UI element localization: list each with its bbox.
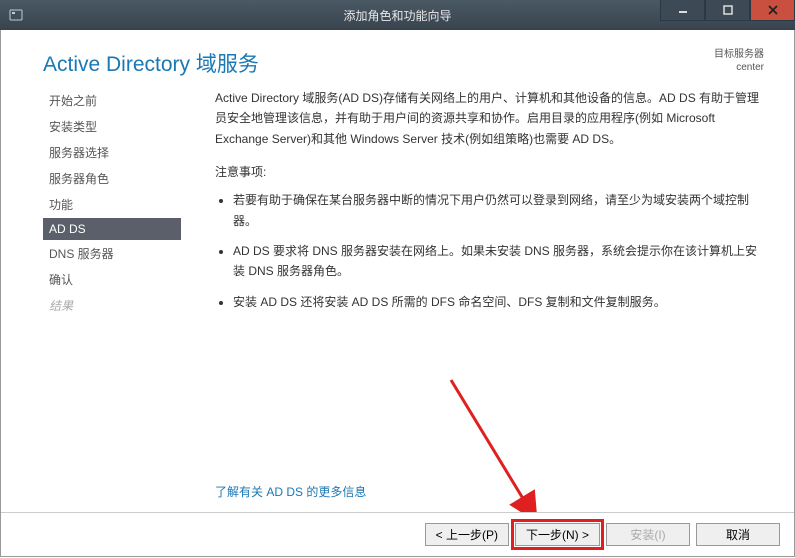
titlebar: 添加角色和功能向导 <box>0 0 795 30</box>
sidebar-item-ad-ds[interactable]: AD DS <box>43 218 181 240</box>
button-bar: < 上一步(P) 下一步(N) > 安装(I) 取消 <box>1 512 794 556</box>
wizard-sidebar: 开始之前 安装类型 服务器选择 服务器角色 功能 AD DS DNS 服务器 确… <box>43 88 181 488</box>
note-item: AD DS 要求将 DNS 服务器安装在网络上。如果未安装 DNS 服务器，系统… <box>233 241 764 282</box>
main-panel: Active Directory 域服务(AD DS)存储有关网络上的用户、计算… <box>181 88 794 488</box>
sidebar-item-results: 结果 <box>43 293 181 318</box>
sidebar-item-confirmation[interactable]: 确认 <box>43 267 181 292</box>
minimize-button[interactable] <box>660 0 705 21</box>
close-button[interactable] <box>750 0 795 21</box>
sidebar-item-server-selection[interactable]: 服务器选择 <box>43 140 181 165</box>
app-icon <box>8 7 24 23</box>
header-section: Active Directory 域服务 目标服务器 center <box>1 30 794 88</box>
note-item: 若要有助于确保在某台服务器中断的情况下用户仍然可以登录到网络，请至少为域安装两个… <box>233 190 764 231</box>
sidebar-item-features[interactable]: 功能 <box>43 192 181 217</box>
target-server-info: 目标服务器 center <box>714 48 764 74</box>
description-text: Active Directory 域服务(AD DS)存储有关网络上的用户、计算… <box>215 88 764 149</box>
target-server-name: center <box>714 61 764 74</box>
previous-button[interactable]: < 上一步(P) <box>425 523 509 546</box>
window-title: 添加角色和功能向导 <box>343 7 451 24</box>
next-button[interactable]: 下一步(N) > <box>515 523 600 546</box>
learn-more-link[interactable]: 了解有关 AD DS 的更多信息 <box>215 483 366 500</box>
sidebar-item-install-type[interactable]: 安装类型 <box>43 114 181 139</box>
sidebar-item-server-roles[interactable]: 服务器角色 <box>43 166 181 191</box>
notes-label: 注意事项: <box>215 163 764 180</box>
notes-list: 若要有助于确保在某台服务器中断的情况下用户仍然可以登录到网络，请至少为域安装两个… <box>215 190 764 312</box>
target-server-label: 目标服务器 <box>714 48 764 61</box>
body-section: 开始之前 安装类型 服务器选择 服务器角色 功能 AD DS DNS 服务器 确… <box>1 88 794 488</box>
note-item: 安装 AD DS 还将安装 AD DS 所需的 DFS 命名空间、DFS 复制和… <box>233 292 764 312</box>
window-controls <box>660 0 795 30</box>
cancel-button[interactable]: 取消 <box>696 523 780 546</box>
maximize-button[interactable] <box>705 0 750 21</box>
sidebar-item-dns-server[interactable]: DNS 服务器 <box>43 241 181 266</box>
sidebar-item-before-you-begin[interactable]: 开始之前 <box>43 88 181 113</box>
wizard-body: Active Directory 域服务 目标服务器 center 开始之前 安… <box>0 30 795 557</box>
page-title: Active Directory 域服务 <box>43 48 259 78</box>
install-button: 安装(I) <box>606 523 690 546</box>
